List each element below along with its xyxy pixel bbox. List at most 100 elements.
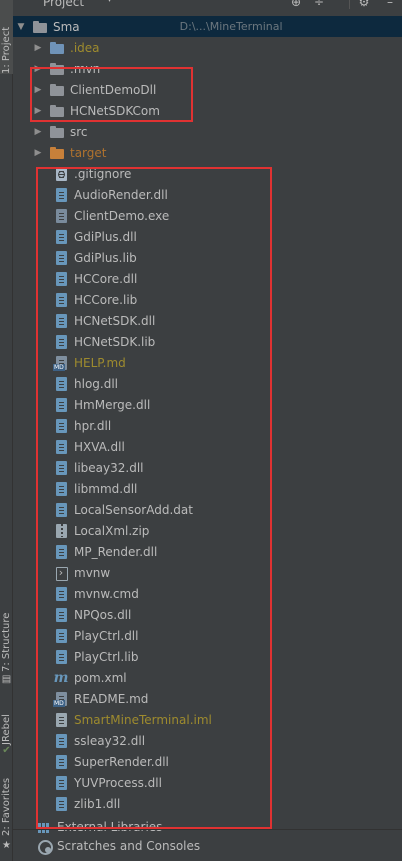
tree-file[interactable]: zlib1.dll (13, 793, 402, 814)
tree-file[interactable]: ClientDemo.exe (13, 205, 402, 226)
tree-file[interactable]: MD README.md (13, 688, 402, 709)
tree-file-label: HCCore.lib (74, 292, 138, 307)
dll-file-icon (53, 607, 69, 623)
jrebel-icon: ✔ (2, 745, 11, 756)
chevron-right-icon[interactable]: ▶ (33, 85, 43, 95)
dll-file-icon (53, 250, 69, 266)
tree-file[interactable]: HXVA.dll (13, 436, 402, 457)
maven-icon: m (53, 669, 69, 686)
tree-file[interactable]: .gitignore (13, 163, 402, 184)
tree-file[interactable]: AudioRender.dll (13, 184, 402, 205)
tree-file[interactable]: mvnw.cmd (13, 583, 402, 604)
tree-file[interactable]: LocalSensorAdd.dat (13, 499, 402, 520)
chevron-right-icon[interactable]: ▶ (33, 43, 43, 53)
tree-file[interactable]: libmmd.dll (13, 478, 402, 499)
dll-file-icon (53, 334, 69, 350)
tab-structure[interactable]: 7: Structure (0, 600, 13, 672)
tab-project-label: 1: Project (1, 26, 12, 74)
tree-file[interactable]: SuperRender.dll (13, 751, 402, 772)
external-libraries-label: External Libraries (57, 819, 163, 834)
tree-file-label: hpr.dll (74, 418, 112, 433)
tree-file[interactable]: MP_Render.dll (13, 541, 402, 562)
chevron-right-icon[interactable] (26, 841, 36, 851)
tab-jrebel[interactable]: JRebel (0, 703, 13, 745)
chevron-right-icon[interactable]: ▶ (33, 127, 43, 137)
tree-file[interactable]: hpr.dll (13, 415, 402, 436)
scratches-and-consoles[interactable]: Scratches and Consoles (13, 835, 402, 856)
tree-file[interactable]: YUVProcess.dll (13, 772, 402, 793)
tree-folder-label: target (70, 145, 107, 160)
tree-file-label: libmmd.dll (74, 481, 138, 496)
tree-file-label: ssleay32.dll (74, 733, 146, 748)
tree-file[interactable]: libeay32.dll (13, 457, 402, 478)
tree-folder[interactable]: ▶ .mvn (13, 58, 402, 79)
tree-file[interactable]: LocalXml.zip (13, 520, 402, 541)
globe-icon[interactable]: ⊕ (289, 0, 303, 9)
tree-file[interactable]: SmartMineTerminal.iml (13, 709, 402, 730)
tree-file[interactable]: HCNetSDK.dll (13, 310, 402, 331)
collapse-icon[interactable]: ÷ (312, 0, 326, 9)
tree-folder[interactable]: ▶ ClientDemoDll (13, 79, 402, 100)
tree-file[interactable]: HCNetSDK.lib (13, 331, 402, 352)
tree-file-label: GdiPlus.dll (74, 229, 137, 244)
chevron-right-icon[interactable] (26, 822, 36, 832)
project-title[interactable]: Project (43, 0, 84, 9)
tab-project[interactable]: 1: Project (0, 0, 13, 74)
tree-file[interactable]: hlog.dll (13, 373, 402, 394)
chevron-down-icon[interactable]: ▾ (107, 0, 112, 5)
tree-file-label: HCNetSDK.dll (74, 313, 156, 328)
tree-folder[interactable]: ▶ .idea (13, 37, 402, 58)
dll-file-icon (53, 481, 69, 497)
tree-file[interactable]: PlayCtrl.dll (13, 625, 402, 646)
chevron-right-icon[interactable]: ▶ (33, 106, 43, 116)
tab-favorites-label: 2: Favorites (1, 777, 12, 836)
chevron-right-icon[interactable]: ▶ (33, 64, 43, 74)
dll-file-icon (53, 271, 69, 287)
tree-folder[interactable]: ▶ HCNetSDKCom (13, 100, 402, 121)
tree-file-label: SuperRender.dll (74, 754, 169, 769)
dll-file-icon (53, 775, 69, 791)
tree-file[interactable]: GdiPlus.dll (13, 226, 402, 247)
tree-folder[interactable]: ▶ target (13, 142, 402, 163)
tree-file[interactable]: HCCore.lib (13, 289, 402, 310)
tree-file-label: pom.xml (74, 670, 127, 685)
folder-icon (49, 124, 65, 140)
tree-root[interactable]: ▼ Sma D:\...\MineTerminal (13, 16, 402, 37)
tree-folder[interactable]: ▶ src (13, 121, 402, 142)
tree-file[interactable]: m pom.xml (13, 667, 402, 688)
tree-file-label: HELP.md (74, 355, 126, 370)
tab-jrebel-label: JRebel (1, 714, 12, 745)
tree-file[interactable]: GdiPlus.lib (13, 247, 402, 268)
exe-file-icon (53, 208, 69, 224)
tree-root-path: D:\...\MineTerminal (179, 20, 283, 33)
tree-file-label: NPQos.dll (74, 607, 132, 622)
tree-file[interactable]: MD HELP.md (13, 352, 402, 373)
iml-file-icon (53, 712, 69, 728)
chevron-right-icon[interactable]: ▶ (33, 148, 43, 158)
minimize-icon[interactable]: – (383, 0, 397, 9)
header-separator (349, 0, 350, 9)
tree-file[interactable]: PlayCtrl.lib (13, 646, 402, 667)
tree-file-label: ClientDemo.exe (74, 208, 170, 223)
tree-file[interactable]: › mvnw (13, 562, 402, 583)
project-header: Project ▾ ⊕ ÷ ⚙ – (13, 0, 402, 9)
tree-file[interactable]: HmMerge.dll (13, 394, 402, 415)
tree-file-label: LocalXml.zip (74, 523, 150, 538)
md-badge: MD (53, 699, 65, 707)
tree-file[interactable]: NPQos.dll (13, 604, 402, 625)
folder-icon (49, 40, 65, 56)
dll-file-icon (53, 586, 69, 602)
dll-file-icon (53, 229, 69, 245)
tree-file-label: GdiPlus.lib (74, 250, 137, 265)
external-libraries[interactable]: External Libraries (13, 816, 402, 837)
tree-file-label: LocalSensorAdd.dat (74, 502, 193, 517)
tree-folder-label: src (70, 124, 88, 139)
tree-file[interactable]: HCCore.dll (13, 268, 402, 289)
tree-file-label: AudioRender.dll (74, 187, 168, 202)
md-badge: MD (53, 363, 65, 371)
tab-favorites[interactable]: 2: Favorites (0, 774, 13, 836)
gear-icon[interactable]: ⚙ (357, 0, 371, 9)
tree-file[interactable]: ssleay32.dll (13, 730, 402, 751)
chevron-down-icon[interactable]: ▼ (16, 22, 26, 32)
tree-file-label: mvnw (74, 565, 111, 580)
